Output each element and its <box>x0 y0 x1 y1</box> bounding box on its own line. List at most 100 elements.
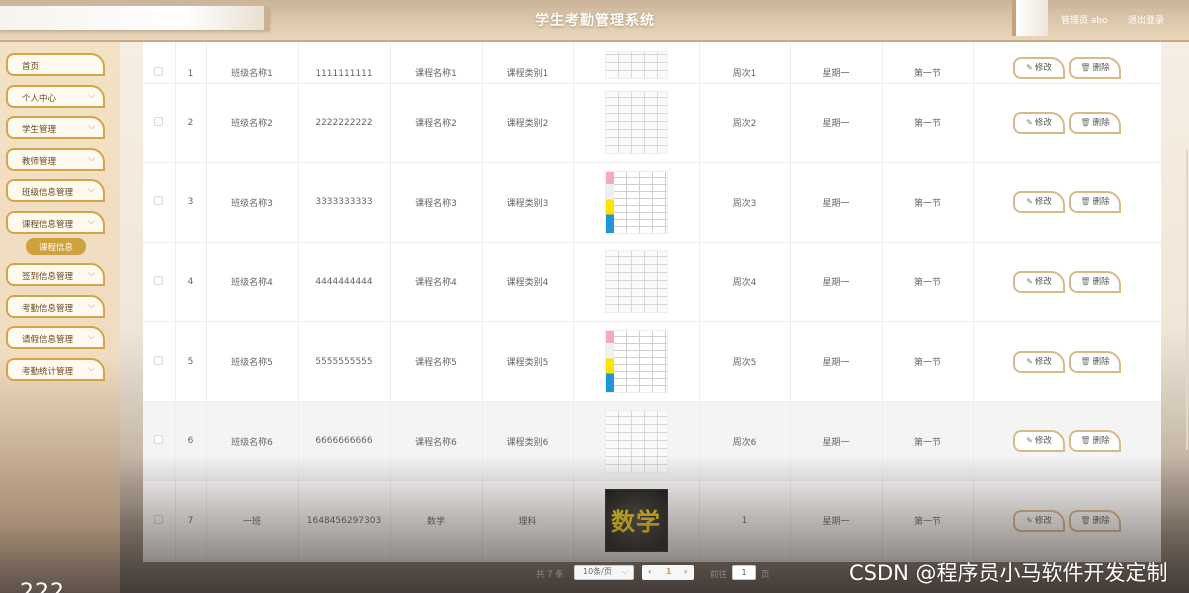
sidebar-subitem-course-info[interactable]: 课程信息 <box>26 238 86 255</box>
table-row: 5 班级名称5 5555555555 课程名称5 课程类别5 周次5 星期一 第一节 ✎ 修改 🗑 删… <box>143 321 1161 402</box>
edit-icon: ✎ <box>1026 197 1033 207</box>
trash-icon: 🗑 <box>1080 356 1091 366</box>
goto-page-input[interactable]: 1 <box>732 565 756 580</box>
cell-course-name: 课程名称4 <box>390 242 483 323</box>
delete-button[interactable]: 🗑 删除 <box>1069 111 1121 134</box>
cell-image <box>573 242 700 323</box>
edit-button[interactable]: ✎ 修改 <box>1013 191 1065 214</box>
sidebar-item-signin-info[interactable]: 签到信息管理 ⌵ <box>6 263 105 286</box>
cell-day: 星期一 <box>790 162 883 243</box>
sidebar-item-class-info[interactable]: 班级信息管理 ⌵ <box>6 179 105 202</box>
cell-image <box>573 321 700 402</box>
delete-label: 删除 <box>1092 117 1110 128</box>
sidebar-item-attendance-stats[interactable]: 考勤统计管理 ⌵ <box>6 357 105 381</box>
schedule-sketch-image[interactable] <box>604 91 668 155</box>
sidebar-item-label: 签到信息管理 <box>22 272 74 282</box>
cell-course-name: 数学 <box>390 480 483 562</box>
row-checkbox[interactable] <box>154 355 164 365</box>
row-select-cell <box>143 242 176 323</box>
edit-button[interactable]: ✎ 修改 <box>1013 56 1065 79</box>
page-size-select[interactable]: 10条/页 ⌵ <box>574 565 634 580</box>
chevron-down-icon: ⌵ <box>88 363 95 374</box>
edit-button[interactable]: ✎ 修改 <box>1013 270 1065 293</box>
sidebar-item-label: 考勤信息管理 <box>22 303 74 314</box>
cell-image <box>573 401 700 482</box>
delete-button[interactable]: 🗑 删除 <box>1069 430 1121 453</box>
edit-button[interactable]: ✎ 修改 <box>1013 509 1065 532</box>
scrollbar[interactable] <box>1186 150 1188 450</box>
edit-label: 修改 <box>1034 436 1052 447</box>
sidebar-item-home[interactable]: 首页 <box>6 53 105 76</box>
edit-label: 修改 <box>1034 276 1052 287</box>
cell-week: 周次2 <box>699 83 791 164</box>
trash-icon: 🗑 <box>1080 515 1091 525</box>
delete-button[interactable]: 🗑 删除 <box>1069 270 1121 293</box>
cell-period: 第一节 <box>882 480 974 562</box>
schedule-sketch-image[interactable] <box>604 409 668 473</box>
chevron-down-icon: ⌵ <box>88 90 95 101</box>
schedule-color-image[interactable] <box>604 330 668 394</box>
edit-icon: ✎ <box>1026 276 1033 286</box>
cell-week: 1 <box>699 480 791 562</box>
delete-button[interactable]: 🗑 删除 <box>1069 191 1121 214</box>
cell-class-name: 一班 <box>206 480 299 562</box>
row-checkbox[interactable] <box>154 66 164 76</box>
math-chalkboard-image[interactable]: 数学 <box>604 489 668 553</box>
cell-course-type: 理科 <box>482 480 574 562</box>
table-row: 3 班级名称3 3333333333 课程名称3 课程类别3 周次3 星期一 第一节 ✎ 修改 🗑 删… <box>143 162 1161 243</box>
trash-icon: 🗑 <box>1080 197 1091 207</box>
schedule-sketch-image[interactable] <box>604 50 668 79</box>
table-row: 4 班级名称4 4444444444 课程名称4 课程类别4 周次4 星期一 第一节 ✎ 修改 🗑 删… <box>143 242 1161 323</box>
cell-week: 周次5 <box>699 321 791 402</box>
logout-link[interactable]: 退出登录 <box>1128 13 1164 26</box>
row-checkbox[interactable] <box>154 116 164 126</box>
sidebar-item-label: 班级信息管理 <box>22 188 74 198</box>
edit-icon: ✎ <box>1026 356 1033 366</box>
cell-idx: 5 <box>175 321 207 402</box>
sidebar-item-personal-center[interactable]: 个人中心 ⌵ <box>6 84 105 108</box>
row-checkbox[interactable] <box>154 514 164 524</box>
edit-label: 修改 <box>1034 117 1052 128</box>
delete-label: 删除 <box>1092 276 1110 287</box>
chevron-down-icon: ⌵ <box>88 153 95 164</box>
sidebar-item-attendance-info[interactable]: 考勤信息管理 ⌵ <box>6 294 105 318</box>
row-checkbox[interactable] <box>154 275 164 285</box>
edit-icon: ✎ <box>1026 62 1033 72</box>
sidebar-item-student-management[interactable]: 学生管理 ⌵ <box>6 116 105 139</box>
cell-course-name: 课程名称2 <box>390 83 483 164</box>
cell-course-type: 课程类别3 <box>482 162 574 243</box>
edit-icon: ✎ <box>1026 515 1033 525</box>
current-page[interactable]: 1 <box>666 567 672 576</box>
row-select-cell <box>143 321 176 402</box>
schedule-sketch-image[interactable] <box>604 250 668 314</box>
cell-idx: 7 <box>175 480 207 562</box>
table-row: 7 一班 1648456297303 数学 理科 数学 1 星期一 第一节 ✎ 修改 🗑 删除 <box>143 480 1161 562</box>
delete-button[interactable]: 🗑 删除 <box>1069 56 1121 79</box>
cell-image: 数学 <box>573 480 700 562</box>
edit-button[interactable]: ✎ 修改 <box>1013 111 1065 134</box>
table-row: 6 班级名称6 6666666666 课程名称6 课程类别6 周次6 星期一 第一节 ✎ 修改 🗑 删… <box>143 401 1161 482</box>
delete-button[interactable]: 🗑 删除 <box>1069 509 1121 532</box>
delete-label: 删除 <box>1092 436 1110 447</box>
cell-idx: 3 <box>175 162 207 243</box>
page-size-value: 10条/页 <box>583 567 612 576</box>
sidebar-item-label: 个人中心 <box>22 93 57 104</box>
cell-period: 第一节 <box>882 242 974 323</box>
chevron-down-icon: ⌵ <box>621 567 628 576</box>
row-select-cell <box>143 162 176 243</box>
sidebar-item-leave-info[interactable]: 请假信息管理 ⌵ <box>6 326 105 349</box>
sidebar-item-teacher-management[interactable]: 教师管理 ⌵ <box>6 147 105 171</box>
next-page-icon[interactable]: › <box>684 567 687 576</box>
schedule-color-image[interactable] <box>604 170 668 234</box>
row-checkbox[interactable] <box>154 435 164 445</box>
edit-button[interactable]: ✎ 修改 <box>1013 430 1065 453</box>
watermark: CSDN @程序员小马软件开发定制 <box>849 561 1168 585</box>
chevron-down-icon: ⌵ <box>88 216 95 227</box>
edit-icon: ✎ <box>1026 436 1033 446</box>
prev-page-icon[interactable]: ‹ <box>648 567 651 576</box>
cell-actions: ✎ 修改 🗑 删除 <box>973 321 1161 402</box>
row-checkbox[interactable] <box>154 196 164 206</box>
edit-button[interactable]: ✎ 修改 <box>1013 350 1065 373</box>
delete-button[interactable]: 🗑 删除 <box>1069 350 1121 373</box>
sidebar-item-course-info[interactable]: 课程信息管理 ⌵ <box>6 210 105 234</box>
